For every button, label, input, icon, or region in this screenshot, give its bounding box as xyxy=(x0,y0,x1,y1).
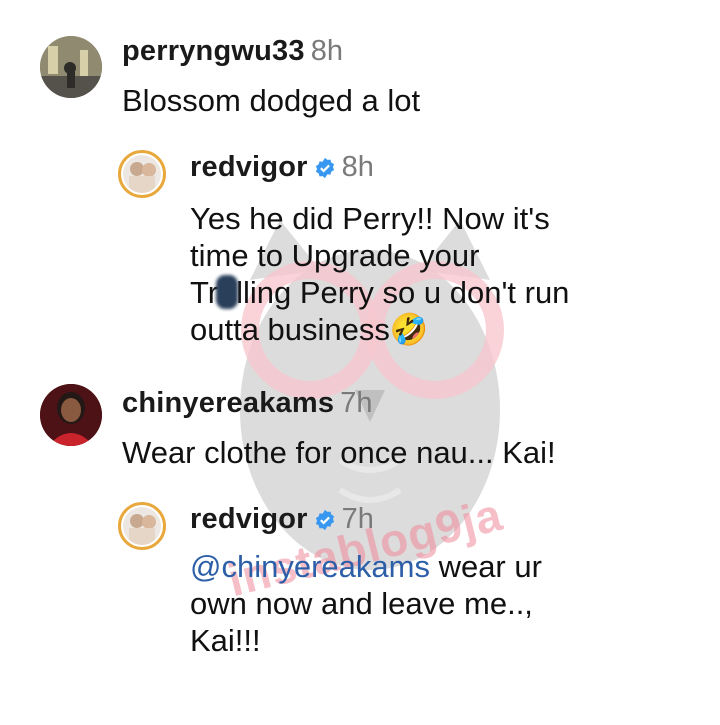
text-line: own now and leave me.., xyxy=(190,586,533,621)
comment-text: @chinyereakams wear ur own now and leave… xyxy=(190,548,542,659)
avatar-image-icon xyxy=(40,384,102,446)
rofl-emoji-icon: 🤣 xyxy=(389,312,429,347)
verified-badge-icon xyxy=(315,509,334,531)
comment-text: Yes he did Perry!! Now it's time to Upgr… xyxy=(190,200,569,348)
text-fragment: Tr xyxy=(190,275,219,310)
text-fragment: wear ur xyxy=(429,549,542,584)
text-fragment: outta business xyxy=(190,312,390,347)
username[interactable]: perryngwu33 xyxy=(122,35,305,67)
timestamp: 7h xyxy=(341,503,374,535)
avatar-image-icon xyxy=(123,507,161,545)
text-line: Kai!!! xyxy=(190,623,261,658)
chinyereakams-avatar[interactable] xyxy=(40,384,102,446)
timestamp: 8h xyxy=(310,35,343,67)
timestamp: 7h xyxy=(340,387,373,419)
comment-text: Blossom dodged a lot xyxy=(122,83,421,118)
redvigor-avatar[interactable] xyxy=(118,502,166,550)
username[interactable]: redvigor xyxy=(190,151,308,183)
username[interactable]: redvigor xyxy=(190,503,308,535)
comment-text: Wear clothe for once nau... Kai! xyxy=(122,435,556,470)
perryngwu33-avatar[interactable] xyxy=(40,36,102,98)
text-line: outta business🤣 xyxy=(190,311,569,348)
text-fragment: lling Perry so u don't run xyxy=(236,275,570,310)
redvigor-avatar[interactable] xyxy=(118,150,166,198)
text-line: time to Upgrade your xyxy=(190,238,480,273)
avatar-image-icon xyxy=(40,36,102,98)
timestamp: 8h xyxy=(341,151,374,183)
username[interactable]: chinyereakams xyxy=(122,387,334,419)
mention-link[interactable]: @chinyereakams xyxy=(190,549,430,584)
avatar-image-icon xyxy=(123,155,161,193)
text-line: @chinyereakams wear ur xyxy=(190,548,542,585)
verified-badge-icon xyxy=(315,157,334,179)
text-line: Yes he did Perry!! Now it's xyxy=(190,201,550,236)
censor-blur xyxy=(216,275,239,309)
text-line: Tr lling Perry so u don't run xyxy=(190,274,569,311)
